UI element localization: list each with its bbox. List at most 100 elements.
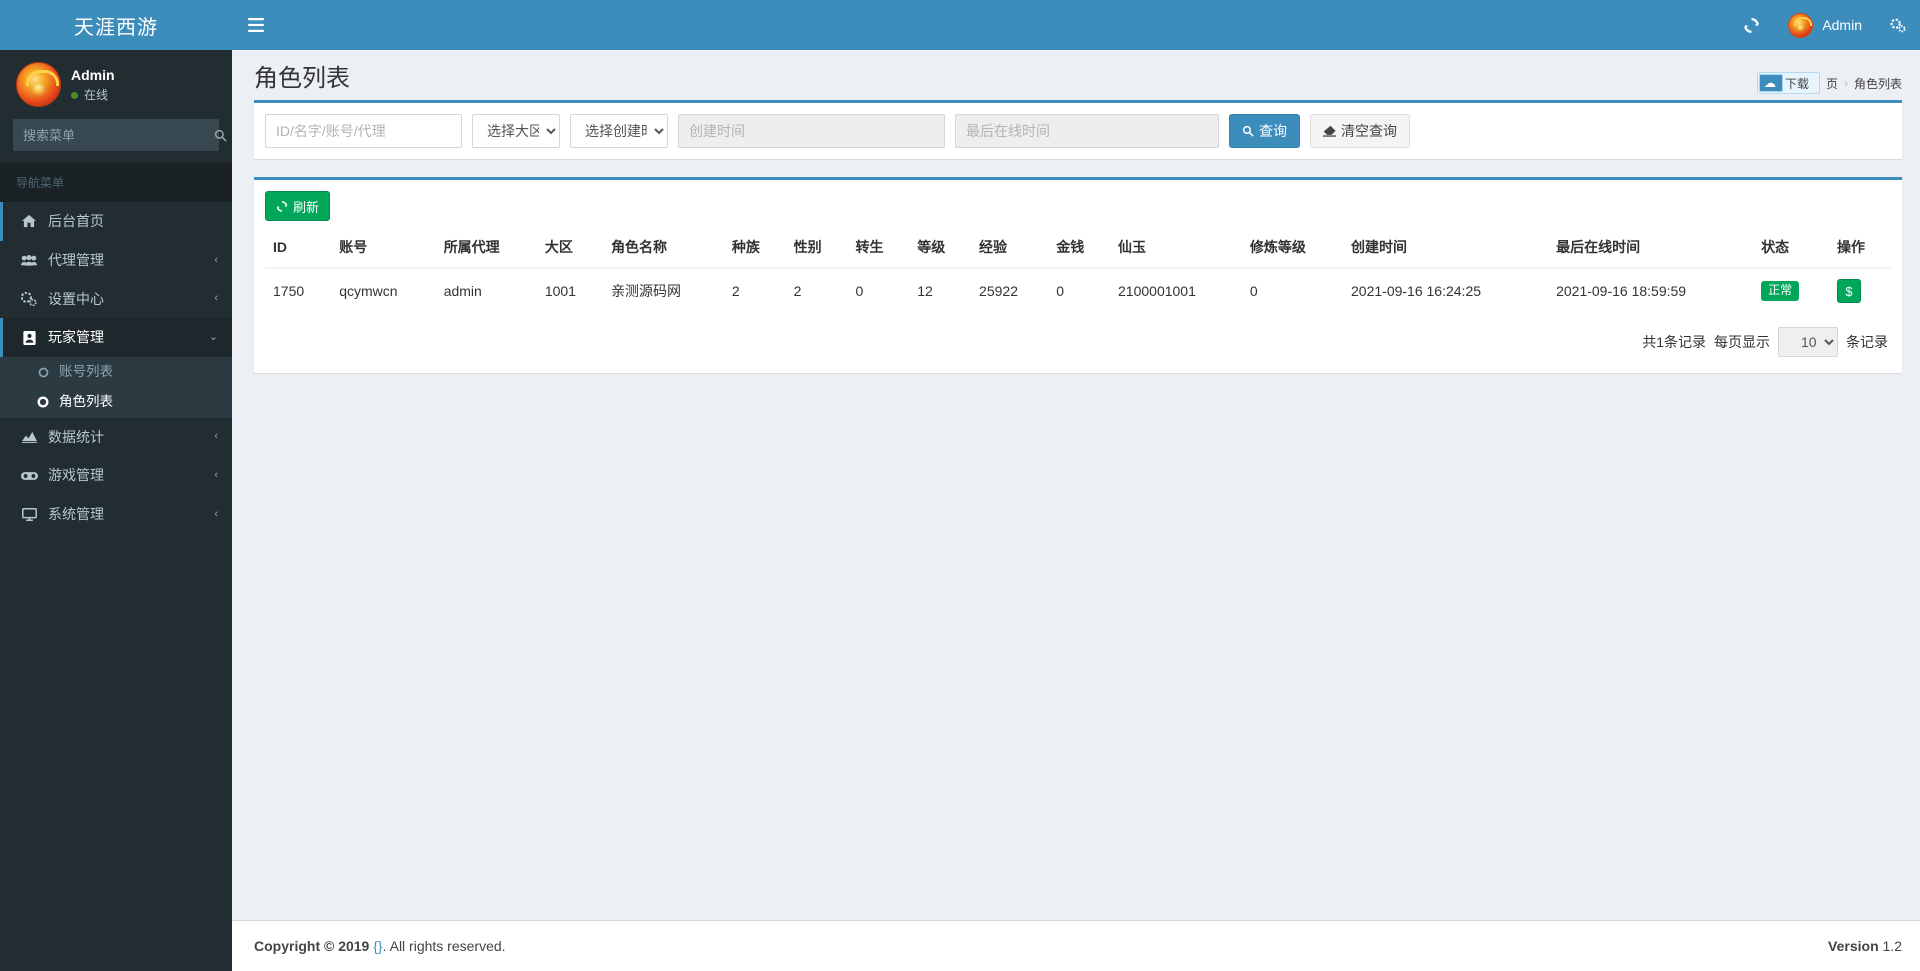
topbar-user-menu[interactable]: Admin <box>1774 0 1876 50</box>
money-action-button[interactable]: $ <box>1837 279 1862 303</box>
col-race[interactable]: 种族 <box>723 227 786 269</box>
copyright-link[interactable]: {} <box>373 938 382 954</box>
col-agent[interactable]: 所属代理 <box>435 227 537 269</box>
col-exp[interactable]: 经验 <box>971 227 1049 269</box>
search-icon[interactable] <box>208 120 232 150</box>
cell-action: $ <box>1829 267 1891 313</box>
sidebar-item-dashboard[interactable]: 后台首页 <box>0 202 232 241</box>
cloud-glyph: ☁ <box>1763 76 1776 90</box>
cell-role-name: 亲测源码网 <box>603 267 724 313</box>
sidebar-item-game[interactable]: 游戏管理 ‹ <box>0 456 232 495</box>
page-footer: Copyright © 2019 {}. All rights reserved… <box>232 920 1920 971</box>
col-created-at[interactable]: 创建时间 <box>1343 227 1549 269</box>
sidebar-item-agent[interactable]: 代理管理 ‹ <box>0 241 232 280</box>
col-account[interactable]: 账号 <box>331 227 436 269</box>
col-cultivation[interactable]: 修炼等级 <box>1241 227 1344 269</box>
col-role-name[interactable]: 角色名称 <box>603 227 724 269</box>
create-time-select[interactable]: 选择创建时间 <box>570 114 668 148</box>
baidu-download-badge[interactable]: ☁ 下载 <box>1756 72 1820 94</box>
sidebar-item-label: 系统管理 <box>48 506 104 523</box>
sidebar-nav-header: 导航菜单 <box>0 163 232 202</box>
table-header-row: ID 账号 所属代理 大区 角色名称 种族 性别 转生 等级 经验 金钱 仙玉 … <box>265 227 1891 269</box>
col-money[interactable]: 金钱 <box>1048 227 1111 269</box>
search-input[interactable] <box>14 120 208 150</box>
sidebar-item-account-list[interactable]: 账号列表 <box>0 357 232 387</box>
cell-rebirth: 0 <box>847 267 910 313</box>
refresh-icon[interactable] <box>1729 0 1774 50</box>
circle-o-icon <box>35 367 51 378</box>
brand-logo[interactable]: 天涯西游 <box>0 0 232 50</box>
col-level[interactable]: 等级 <box>909 227 972 269</box>
sidebar-user-info: Admin 在线 <box>71 68 115 101</box>
col-status[interactable]: 状态 <box>1753 227 1830 269</box>
per-page-select[interactable]: 10 <box>1778 327 1838 357</box>
sidebar-subitem-label: 角色列表 <box>59 394 113 410</box>
gear-icon[interactable] <box>1876 0 1920 50</box>
chart-area-icon <box>19 430 39 444</box>
sidebar-link-settings[interactable]: 设置中心 ‹ <box>0 280 232 319</box>
sidebar-item-player[interactable]: 玩家管理 ⌄ 账号列表 角色列表 <box>0 318 232 418</box>
sidebar-item-role-list[interactable]: 角色列表 <box>0 387 232 417</box>
cell-gender: 2 <box>785 267 848 313</box>
sidebar-item-statistics[interactable]: 数据统计 ‹ <box>0 418 232 457</box>
records-suffix-label: 条记录 <box>1846 334 1888 350</box>
breadcrumb: ☁ 下载 页 › 角色列表 <box>1756 72 1902 94</box>
sidebar-link-role-list[interactable]: 角色列表 <box>0 387 232 417</box>
id-card-icon <box>19 330 39 345</box>
table-box: 刷新 ID 账号 所属代理 大区 角色名称 种族 性别 转生 等级 经验 金钱 … <box>254 177 1902 373</box>
sidebar-item-settings[interactable]: 设置中心 ‹ <box>0 280 232 319</box>
chevron-left-icon: ‹ <box>214 469 218 482</box>
col-rebirth[interactable]: 转生 <box>847 227 910 269</box>
content-header: 角色列表 ☁ 下载 页 › 角色列表 <box>232 50 1920 100</box>
cell-created-at: 2021-09-16 16:24:25 <box>1343 267 1549 313</box>
app-root: 天涯西游 Admin 在线 导航菜单 <box>0 0 1920 971</box>
bars-icon[interactable] <box>232 0 280 50</box>
col-region[interactable]: 大区 <box>536 227 604 269</box>
create-time-input[interactable] <box>678 114 945 148</box>
query-button-label: 查询 <box>1259 123 1287 139</box>
sidebar-link-dashboard[interactable]: 后台首页 <box>0 202 232 241</box>
breadcrumb-item-current: 角色列表 <box>1853 76 1902 91</box>
chevron-down-icon: ⌄ <box>208 331 218 344</box>
keyword-input[interactable] <box>265 114 462 148</box>
sidebar-link-game[interactable]: 游戏管理 ‹ <box>0 456 232 495</box>
sidebar-item-label: 代理管理 <box>48 251 104 268</box>
sidebar-user-name: Admin <box>71 67 115 83</box>
col-last-online[interactable]: 最后在线时间 <box>1548 227 1754 269</box>
sidebar-link-agent[interactable]: 代理管理 ‹ <box>0 241 232 280</box>
copyright: Copyright © 2019 {}. All rights reserved… <box>254 938 506 954</box>
query-button[interactable]: 查询 <box>1229 114 1300 148</box>
sidebar-user-panel: Admin 在线 <box>0 50 232 119</box>
cell-jade: 2100001001 <box>1110 267 1242 313</box>
breadcrumb-item-home[interactable]: 页 <box>1826 75 1838 92</box>
clear-query-button-label: 清空查询 <box>1341 123 1397 139</box>
online-dot-icon <box>71 91 78 99</box>
eraser-icon <box>1323 125 1336 137</box>
cell-region: 1001 <box>536 267 604 313</box>
cell-cultivation: 0 <box>1241 267 1344 313</box>
version-label: Version <box>1828 938 1879 954</box>
col-gender[interactable]: 性别 <box>785 227 848 269</box>
clear-query-button[interactable]: 清空查询 <box>1310 114 1410 148</box>
total-records-label: 共1条记录 <box>1642 334 1706 350</box>
cell-account: qcymwcn <box>331 267 436 313</box>
region-select[interactable]: 选择大区 <box>472 114 560 148</box>
sidebar-link-system[interactable]: 系统管理 ‹ <box>0 495 232 534</box>
table-row[interactable]: 1750 qcymwcn admin 1001 亲测源码网 2 2 0 12 2… <box>265 267 1891 313</box>
gamepad-icon <box>19 471 39 481</box>
table-body: 1750 qcymwcn admin 1001 亲测源码网 2 2 0 12 2… <box>265 267 1891 313</box>
status-badge: 正常 <box>1761 281 1800 301</box>
refresh-button[interactable]: 刷新 <box>265 191 331 221</box>
col-id[interactable]: ID <box>265 227 332 269</box>
sidebar-item-system[interactable]: 系统管理 ‹ <box>0 495 232 534</box>
per-page-label: 每页显示 <box>1714 334 1770 350</box>
sidebar-link-player[interactable]: 玩家管理 ⌄ <box>0 318 232 358</box>
col-jade[interactable]: 仙玉 <box>1110 227 1242 269</box>
sidebar-search-wrap <box>0 119 232 163</box>
sidebar-link-statistics[interactable]: 数据统计 ‹ <box>0 418 232 457</box>
sidebar-link-account-list[interactable]: 账号列表 <box>0 357 232 387</box>
col-action[interactable]: 操作 <box>1829 227 1891 269</box>
cell-money: 0 <box>1048 267 1111 313</box>
avatar <box>1788 12 1814 38</box>
last-online-input[interactable] <box>955 114 1219 148</box>
